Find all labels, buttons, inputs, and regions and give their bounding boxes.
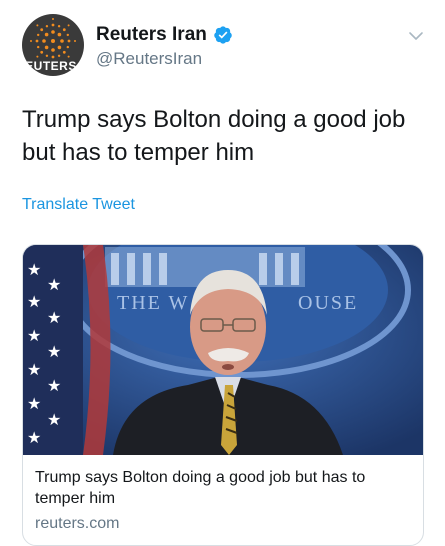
avatar-wordmark: REUTERS <box>22 59 77 73</box>
display-name[interactable]: Reuters Iran <box>96 24 207 46</box>
svg-text:★: ★ <box>47 376 61 395</box>
user-handle[interactable]: @ReutersIran <box>96 49 202 69</box>
tweet: REUTERS Reuters Iran @ReutersIran Trump … <box>0 0 445 546</box>
svg-text:★: ★ <box>47 342 61 361</box>
svg-text:★: ★ <box>27 394 41 413</box>
translate-tweet-link[interactable]: Translate Tweet <box>22 196 135 214</box>
svg-text:★: ★ <box>27 360 41 379</box>
svg-text:★: ★ <box>47 308 61 327</box>
svg-text:★: ★ <box>47 275 61 294</box>
svg-text:★: ★ <box>27 326 41 345</box>
link-preview-card[interactable]: THE W OUSE ★ ★ ★ ★ ★ ★ ★ ★ ★ ★ ★ Trump s… <box>22 244 424 546</box>
card-image[interactable]: THE W OUSE ★ ★ ★ ★ ★ ★ ★ ★ ★ ★ ★ <box>23 245 423 455</box>
svg-text:★: ★ <box>47 410 61 429</box>
svg-text:OUSE: OUSE <box>298 292 358 314</box>
chevron-down-icon[interactable] <box>408 30 424 42</box>
account-name-row[interactable]: Reuters Iran <box>96 24 233 46</box>
avatar[interactable]: REUTERS <box>22 14 84 76</box>
tweet-text: Trump says Bolton doing a good job but h… <box>22 106 406 166</box>
svg-text:★: ★ <box>27 260 41 279</box>
card-domain[interactable]: reuters.com <box>35 515 119 533</box>
card-title[interactable]: Trump says Bolton doing a good job but h… <box>35 467 417 509</box>
svg-text:THE W: THE W <box>117 292 189 314</box>
svg-text:★: ★ <box>27 428 41 447</box>
svg-text:★: ★ <box>27 292 41 311</box>
verified-badge-icon <box>214 26 232 44</box>
